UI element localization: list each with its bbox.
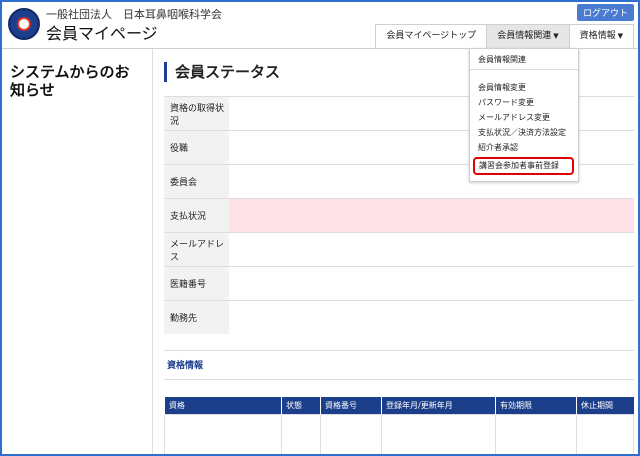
nav-label: 資格情報 (579, 31, 616, 41)
status-value (229, 266, 634, 301)
column-header: 登録年月/更新年月 (381, 397, 496, 415)
top-nav: 会員マイページトップ 会員情報関連 ▼ 資格情報 ▼ (375, 24, 634, 48)
qualification-section-title: 資格情報 (164, 350, 634, 380)
page-frame: 一般社団法人 日本耳鼻咽喉科学会 会員マイページ ログアウト 会員マイページトッ… (0, 0, 640, 456)
column-header: 資格番号 (320, 397, 382, 415)
nav-label: 会員マイページトップ (386, 31, 477, 41)
table-cell (576, 414, 634, 454)
column-header: 状態 (281, 397, 321, 415)
table-cell (164, 414, 282, 454)
status-label: メールアドレス (164, 232, 229, 267)
logo-emblem (17, 17, 31, 31)
qualification-header-row: 資格 状態 資格番号 登録年月/更新年月 有効期限 休止期間 (164, 397, 634, 415)
menu-item-password-change[interactable]: パスワード変更 (470, 95, 578, 110)
table-cell (320, 414, 382, 454)
qualification-table: 資格 状態 資格番号 登録年月/更新年月 有効期限 休止期間 (164, 397, 634, 454)
member-info-dropdown: 会員情報関連 会員情報変更 パスワード変更 メールアドレス変更 支払状況／決済方… (469, 48, 579, 182)
status-label: 委員会 (164, 164, 229, 199)
column-header: 休止期間 (576, 397, 634, 415)
sidebar: システムからのお知らせ (2, 49, 153, 454)
table-cell (495, 414, 577, 454)
logout-button[interactable]: ログアウト (576, 4, 634, 21)
status-label: 勤務先 (164, 300, 229, 334)
status-value (229, 198, 634, 233)
caret-down-icon: ▼ (553, 32, 559, 40)
menu-item-member-info-change[interactable]: 会員情報変更 (470, 80, 578, 95)
dropdown-header: 会員情報関連 (470, 49, 578, 70)
nav-qualification-info[interactable]: 資格情報 ▼ (568, 24, 634, 48)
table-row (164, 414, 634, 454)
nav-label: 会員情報関連 (497, 31, 552, 41)
caret-down-icon: ▼ (617, 32, 623, 40)
column-header: 資格 (164, 397, 282, 415)
table-cell (381, 414, 496, 454)
status-label: 資格の取得状況 (164, 96, 229, 131)
nav-mypage-top[interactable]: 会員マイページトップ (375, 24, 488, 48)
status-label: 役職 (164, 130, 229, 165)
menu-item-email-change[interactable]: メールアドレス変更 (470, 110, 578, 125)
sidebar-title: システムからのお知らせ (10, 63, 130, 99)
column-header: 有効期限 (495, 397, 577, 415)
status-label: 支払状況 (164, 198, 229, 233)
status-row: メールアドレス (164, 232, 634, 267)
nav-member-info[interactable]: 会員情報関連 ▼ (486, 24, 570, 48)
menu-item-referrer-approval[interactable]: 紹介者承認 (470, 140, 578, 155)
status-value (229, 300, 634, 334)
menu-item-seminar-preregistration[interactable]: 講習会参加者事前登録 (473, 157, 574, 175)
status-row: 勤務先 (164, 300, 634, 334)
status-row: 医籍番号 (164, 266, 634, 301)
menu-item-payment-settings[interactable]: 支払状況／決済方法設定 (470, 125, 578, 140)
site-title: 会員マイページ (46, 24, 158, 43)
status-value (229, 232, 634, 267)
status-row-payment: 支払状況 (164, 198, 634, 233)
society-logo (8, 8, 40, 40)
header: 一般社団法人 日本耳鼻咽喉科学会 会員マイページ ログアウト 会員マイページトッ… (2, 2, 638, 49)
table-cell (281, 414, 321, 454)
status-label: 医籍番号 (164, 266, 229, 301)
